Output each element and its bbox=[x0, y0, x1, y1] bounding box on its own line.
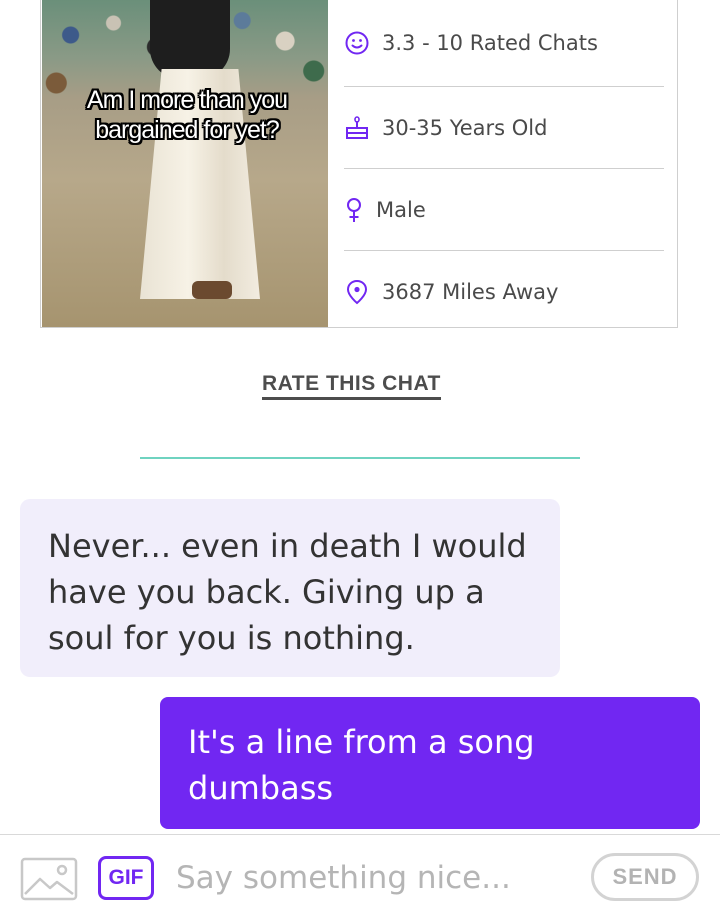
location-pin-icon bbox=[344, 279, 370, 305]
rate-this-chat-link[interactable]: RATE THIS CHAT bbox=[262, 372, 441, 400]
gif-button[interactable]: GIF bbox=[98, 856, 154, 900]
stat-age-label: 30-35 Years Old bbox=[382, 115, 548, 140]
send-button[interactable]: SEND bbox=[591, 853, 699, 901]
photo-top bbox=[150, 0, 230, 79]
profile-card: Am I more than you bargained for yet? 3.… bbox=[40, 0, 678, 328]
stat-distance: 3687 Miles Away bbox=[344, 250, 664, 332]
photo-caption: Am I more than you bargained for yet? bbox=[86, 86, 288, 144]
photo-boots bbox=[192, 281, 232, 299]
stat-age: 30-35 Years Old bbox=[344, 86, 664, 168]
profile-stats: 3.3 - 10 Rated Chats 30-35 Years Old Mal… bbox=[344, 0, 664, 332]
stat-rating: 3.3 - 10 Rated Chats bbox=[344, 0, 664, 86]
smiley-icon bbox=[344, 30, 370, 56]
stat-gender-label: Male bbox=[376, 197, 426, 222]
incoming-message: Never... even in death I would have you … bbox=[20, 499, 560, 677]
gender-icon bbox=[344, 197, 364, 223]
stat-rating-label: 3.3 - 10 Rated Chats bbox=[382, 31, 598, 55]
message-input[interactable] bbox=[176, 855, 576, 901]
profile-photo[interactable]: Am I more than you bargained for yet? bbox=[42, 0, 328, 327]
image-icon[interactable] bbox=[20, 857, 78, 901]
divider bbox=[140, 457, 580, 459]
message-composer: GIF SEND bbox=[0, 834, 720, 913]
outgoing-message: It's a line from a song dumbass bbox=[160, 697, 700, 829]
stat-gender: Male bbox=[344, 168, 664, 250]
stat-distance-label: 3687 Miles Away bbox=[382, 279, 559, 304]
cake-icon bbox=[344, 115, 370, 141]
